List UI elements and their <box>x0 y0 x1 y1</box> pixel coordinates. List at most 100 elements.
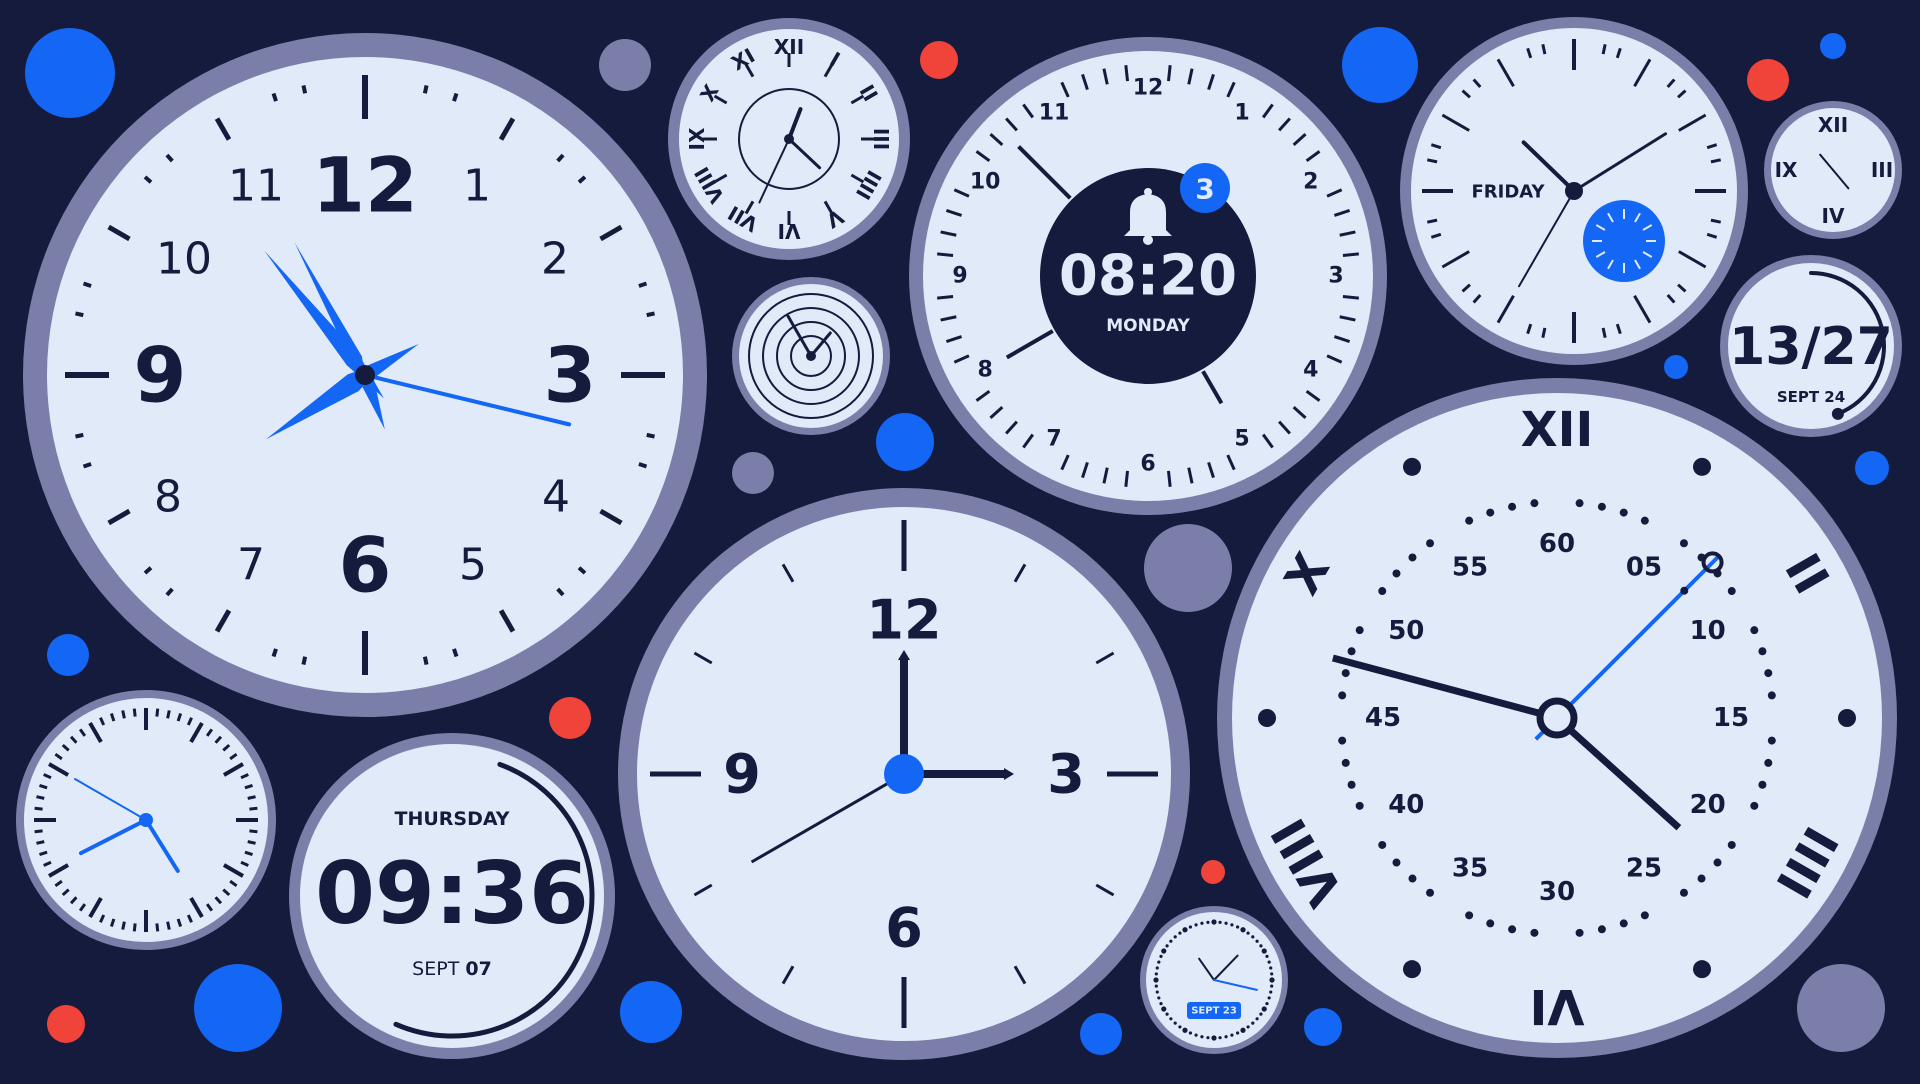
numeral-5: 5 <box>459 540 487 591</box>
decor-dot <box>47 1005 85 1043</box>
numeral-1: 1 <box>463 161 491 212</box>
numeral-ix: IX <box>1775 158 1798 182</box>
center-pin <box>1536 697 1578 739</box>
minute-dot <box>1530 928 1539 937</box>
minute-dot <box>1206 1036 1210 1040</box>
minute-dot <box>1750 626 1759 635</box>
tiny-date-clock: SEPT 23 <box>1140 906 1288 1054</box>
numeral-2: 2 <box>541 234 569 285</box>
minute-tick <box>75 311 84 318</box>
minute-dot <box>1161 1006 1167 1012</box>
hour-numeral: 12 <box>1133 76 1164 101</box>
center-pin <box>1565 182 1583 200</box>
minute-dot <box>1392 858 1401 867</box>
minute-tick <box>646 311 655 318</box>
minute-tick <box>1541 327 1547 339</box>
minute-tick <box>247 795 256 800</box>
center-pin <box>806 351 816 361</box>
decor-dot <box>1342 27 1418 103</box>
day-label: THURSDAY <box>394 808 509 830</box>
minute-dot <box>1251 935 1255 939</box>
decor-dot <box>920 41 958 79</box>
minute-dot <box>1259 944 1263 948</box>
minute-dot <box>1188 925 1193 929</box>
minute-dot <box>1767 691 1776 700</box>
minute-tick <box>1166 470 1172 487</box>
minute-dot <box>1188 1031 1193 1035</box>
decor-dot <box>25 28 115 118</box>
date-day: 07 <box>465 958 491 980</box>
hour-numeral: 7 <box>1046 426 1061 451</box>
numeral-7: 7 <box>237 540 265 591</box>
minute-tick <box>155 923 160 932</box>
digital-clock-widget: THURSDAY 09:36 SEPT 07 <box>289 733 615 1059</box>
minute-dot <box>1764 669 1773 678</box>
minute-tick <box>121 921 126 930</box>
decor-dot <box>1201 860 1225 884</box>
minute-tick <box>166 921 171 930</box>
minute-tick <box>452 92 459 102</box>
minute-tick <box>132 923 137 932</box>
decor-dot <box>47 634 89 676</box>
minute-dot <box>1679 888 1688 897</box>
minute-dot <box>1265 954 1269 959</box>
minute-tick <box>1342 294 1359 300</box>
second-hand-marker <box>1680 586 1689 595</box>
minute-dot <box>1178 1025 1182 1029</box>
minute-label: 35 <box>1452 854 1488 884</box>
minute-label: 50 <box>1388 616 1424 646</box>
minute-tick <box>166 710 171 719</box>
decor-dot <box>876 413 934 471</box>
numeral-10: 10 <box>156 234 212 285</box>
minute-dot <box>1240 1027 1246 1033</box>
minute-dot <box>1159 954 1163 959</box>
minute-dot <box>1269 966 1273 970</box>
minute-tick <box>937 252 954 258</box>
hour-dot <box>1403 960 1421 979</box>
minute-tick <box>1124 470 1130 487</box>
numeral-8: 8 <box>154 472 182 523</box>
minute-tick <box>132 708 137 717</box>
hour-numeral: 1 <box>1234 101 1249 126</box>
date-month: SEPT <box>412 958 460 980</box>
concentric-rings-clock <box>732 277 890 435</box>
minute-dot <box>1230 923 1234 927</box>
minute-dot <box>1640 516 1649 525</box>
roman-numeral: VI <box>778 219 801 243</box>
minute-dot <box>1261 1006 1267 1012</box>
minute-tick <box>249 829 258 834</box>
minute-tick <box>1426 218 1438 224</box>
minute-dot <box>1259 1012 1263 1016</box>
minute-dot <box>1267 960 1271 964</box>
minute-dot <box>1679 539 1688 548</box>
decor-dot <box>1304 1008 1342 1046</box>
minute-label: 15 <box>1713 703 1749 733</box>
alarm-time: 08:20 <box>1059 244 1237 309</box>
minute-dot <box>1269 990 1273 994</box>
minute-dot <box>1341 669 1350 678</box>
minute-tick <box>271 92 278 102</box>
minute-dot <box>1206 920 1210 924</box>
roman-numeral-clock: XIIIIIIIIIIIIVVIVIIVIIIIXXXI <box>668 18 910 260</box>
minute-tick <box>1124 65 1130 82</box>
minute-dot <box>1173 935 1177 939</box>
decor-dot <box>1747 59 1789 101</box>
minute-dot <box>1224 1035 1228 1039</box>
minute-tick <box>301 656 308 665</box>
alarm-clock[interactable]: 121234567891011 3 08:20 MONDAY <box>909 37 1387 515</box>
minute-tick <box>638 281 648 288</box>
numeral-3: 3 <box>544 331 597 420</box>
numeral-9: 9 <box>134 331 187 420</box>
minute-label: 45 <box>1365 703 1401 733</box>
minute-dot <box>1426 539 1435 548</box>
alarm-day: MONDAY <box>1106 316 1190 336</box>
minute-tick <box>937 294 954 300</box>
hour-numeral: 2 <box>1303 170 1318 195</box>
minute-label: 10 <box>1690 616 1726 646</box>
decor-dot <box>1820 33 1846 59</box>
minute-dot <box>1486 919 1495 928</box>
minute-tick <box>1426 158 1438 164</box>
numeral-6: 6 <box>339 521 392 610</box>
minute-tick <box>1541 43 1547 55</box>
minute-label: 20 <box>1690 790 1726 820</box>
